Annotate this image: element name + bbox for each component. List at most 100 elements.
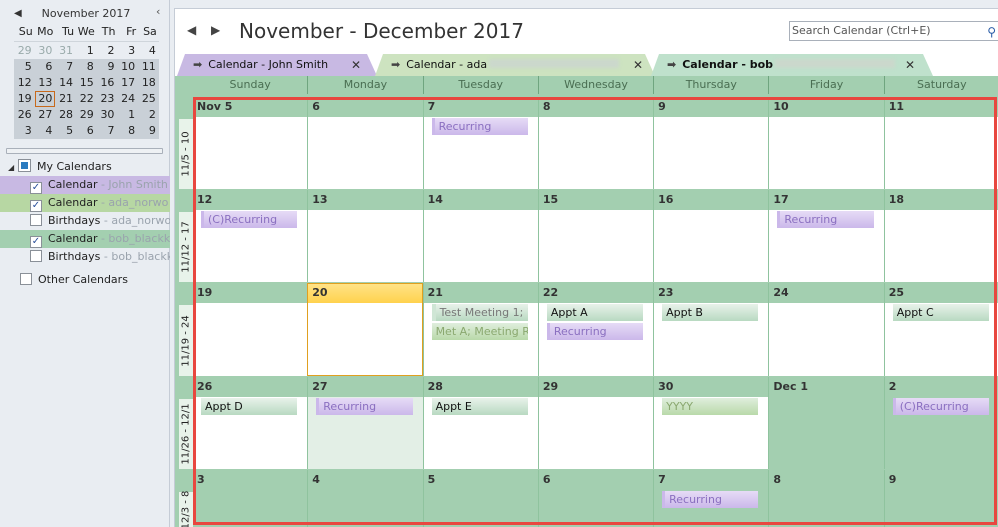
mini-calendar-day[interactable]: 14: [55, 75, 77, 91]
mini-calendar-day[interactable]: 3: [117, 43, 138, 59]
mini-calendar-day[interactable]: 6: [76, 123, 97, 139]
calendar-checkbox[interactable]: ✓: [30, 236, 42, 248]
appointment[interactable]: Recurring: [431, 118, 528, 135]
week-label[interactable]: 11/5 - 10: [179, 119, 193, 189]
day-cell[interactable]: 4: [307, 470, 423, 527]
mini-calendar-day[interactable]: 19: [14, 91, 35, 107]
tab-calendar-ada[interactable]: ➡ Calendar - ada ✕: [375, 54, 655, 76]
appointment[interactable]: Recurring: [777, 211, 874, 228]
day-number[interactable]: 8: [769, 470, 884, 490]
day-number[interactable]: 15: [538, 190, 654, 210]
mini-calendar-day[interactable]: 1: [117, 107, 139, 123]
mini-calendar-day[interactable]: 30: [35, 43, 56, 59]
next-period-icon[interactable]: ▶: [211, 23, 220, 37]
day-number[interactable]: 29: [538, 377, 654, 397]
close-tab-icon[interactable]: ✕: [351, 54, 361, 76]
appointment[interactable]: Appt E: [431, 398, 528, 415]
appointment[interactable]: Appt C: [892, 304, 989, 321]
mini-calendar-day[interactable]: 29: [14, 43, 35, 59]
mini-calendar-day[interactable]: 1: [76, 43, 97, 59]
day-cell[interactable]: 13: [307, 190, 423, 282]
mini-calendar-day[interactable]: 8: [117, 123, 139, 139]
appointment[interactable]: Recurring: [316, 398, 413, 415]
day-number[interactable]: 17: [769, 190, 884, 210]
mini-calendar-day[interactable]: 17: [117, 75, 139, 91]
day-cell[interactable]: 22 Appt A Recurring: [537, 283, 654, 376]
calendar-checkbox[interactable]: ✓: [30, 200, 42, 212]
calendar-checkbox[interactable]: [30, 214, 42, 226]
day-cell[interactable]: 15: [537, 190, 654, 282]
day-cell[interactable]: 8: [768, 470, 884, 527]
day-number[interactable]: 4: [308, 470, 423, 490]
mini-calendar-day[interactable]: 11: [138, 59, 159, 75]
pane-splitter[interactable]: [6, 148, 163, 154]
calendar-checkbox[interactable]: [30, 250, 42, 262]
day-number[interactable]: 10: [769, 97, 884, 117]
mini-calendar-day[interactable]: 25: [138, 91, 159, 107]
day-cell[interactable]: 25 Appt C: [883, 283, 998, 376]
day-number[interactable]: 8: [538, 97, 654, 117]
calendar-list-item[interactable]: Birthdays - ada_norwo: [0, 212, 170, 230]
day-cell[interactable]: 2 (C)Recurring: [883, 377, 998, 469]
appointment[interactable]: (C)Recurring: [201, 211, 298, 228]
day-number[interactable]: 27: [308, 377, 423, 397]
mini-calendar-today[interactable]: 20: [34, 91, 56, 107]
day-number[interactable]: 3: [193, 470, 308, 490]
week-label[interactable]: 12/3 - 8: [179, 491, 193, 527]
mini-calendar-day[interactable]: 18: [138, 75, 159, 91]
appointment[interactable]: Appt D: [201, 398, 298, 415]
day-cell[interactable]: 24: [768, 283, 884, 376]
calendar-list-item[interactable]: ✓ Calendar - John Smith: [0, 176, 170, 194]
day-number[interactable]: 9: [884, 470, 998, 490]
mini-calendar-day[interactable]: 22: [76, 91, 97, 107]
tab-calendar-john-smith[interactable]: ➡ Calendar - John Smith ✕: [177, 54, 377, 76]
day-number[interactable]: 12: [193, 190, 308, 210]
day-number[interactable]: 7: [423, 97, 538, 117]
day-cell[interactable]: 18: [883, 190, 998, 282]
other-calendars-group[interactable]: Other Calendars: [0, 270, 170, 290]
day-number[interactable]: 23: [654, 283, 769, 303]
calendar-list-item[interactable]: ✓ Calendar - bob_blackk: [0, 230, 170, 248]
tab-calendar-bob[interactable]: ➡ Calendar - bob ✕: [651, 54, 933, 76]
day-number[interactable]: 21: [423, 283, 538, 303]
day-cell[interactable]: 19: [193, 283, 308, 376]
day-cell[interactable]: 6: [537, 470, 654, 527]
day-cell[interactable]: 9: [653, 97, 769, 189]
mini-calendar-day[interactable]: 2: [138, 107, 159, 123]
day-cell[interactable]: Nov 5: [193, 97, 308, 189]
day-cell[interactable]: 26 Appt D: [193, 377, 308, 469]
day-number[interactable]: 7: [654, 470, 769, 490]
search-icon[interactable]: ⚲: [987, 23, 996, 41]
day-number[interactable]: Nov 5: [193, 97, 308, 117]
day-cell-today[interactable]: 20: [307, 283, 423, 376]
day-cell[interactable]: 7 Recurring: [422, 97, 538, 189]
day-cell[interactable]: Dec 1: [768, 377, 884, 469]
mini-calendar-day[interactable]: 15: [76, 75, 97, 91]
calendar-checkbox[interactable]: ✓: [30, 182, 42, 194]
previous-month-icon[interactable]: ◀: [14, 4, 22, 24]
mini-calendar-day[interactable]: 6: [34, 59, 56, 75]
day-cell[interactable]: 7 Recurring: [653, 470, 769, 527]
day-cell[interactable]: 9: [883, 470, 998, 527]
mini-calendar-day[interactable]: 27: [34, 107, 56, 123]
day-number[interactable]: 30: [654, 377, 769, 397]
day-number[interactable]: 19: [193, 283, 308, 303]
day-number[interactable]: 14: [423, 190, 538, 210]
day-cell[interactable]: 11: [883, 97, 998, 189]
mini-calendar-day[interactable]: 29: [76, 107, 97, 123]
day-number[interactable]: 16: [654, 190, 769, 210]
day-cell[interactable]: 27 Recurring: [307, 377, 423, 469]
day-number[interactable]: 2: [884, 377, 998, 397]
appointment[interactable]: Recurring: [662, 491, 759, 508]
day-cell[interactable]: 30 YYYY: [653, 377, 769, 469]
mini-calendar-day[interactable]: 13: [34, 75, 56, 91]
week-label[interactable]: 11/19 - 24: [179, 305, 193, 376]
calendar-list-item[interactable]: Birthdays - bob_blackk: [0, 248, 170, 266]
day-cell[interactable]: 12 (C)Recurring: [193, 190, 308, 282]
day-number[interactable]: 6: [538, 470, 654, 490]
day-number[interactable]: Dec 1: [769, 377, 884, 397]
day-number[interactable]: 11: [884, 97, 998, 117]
day-number[interactable]: 22: [538, 283, 654, 303]
day-number[interactable]: 28: [423, 377, 538, 397]
day-number[interactable]: 5: [423, 470, 538, 490]
